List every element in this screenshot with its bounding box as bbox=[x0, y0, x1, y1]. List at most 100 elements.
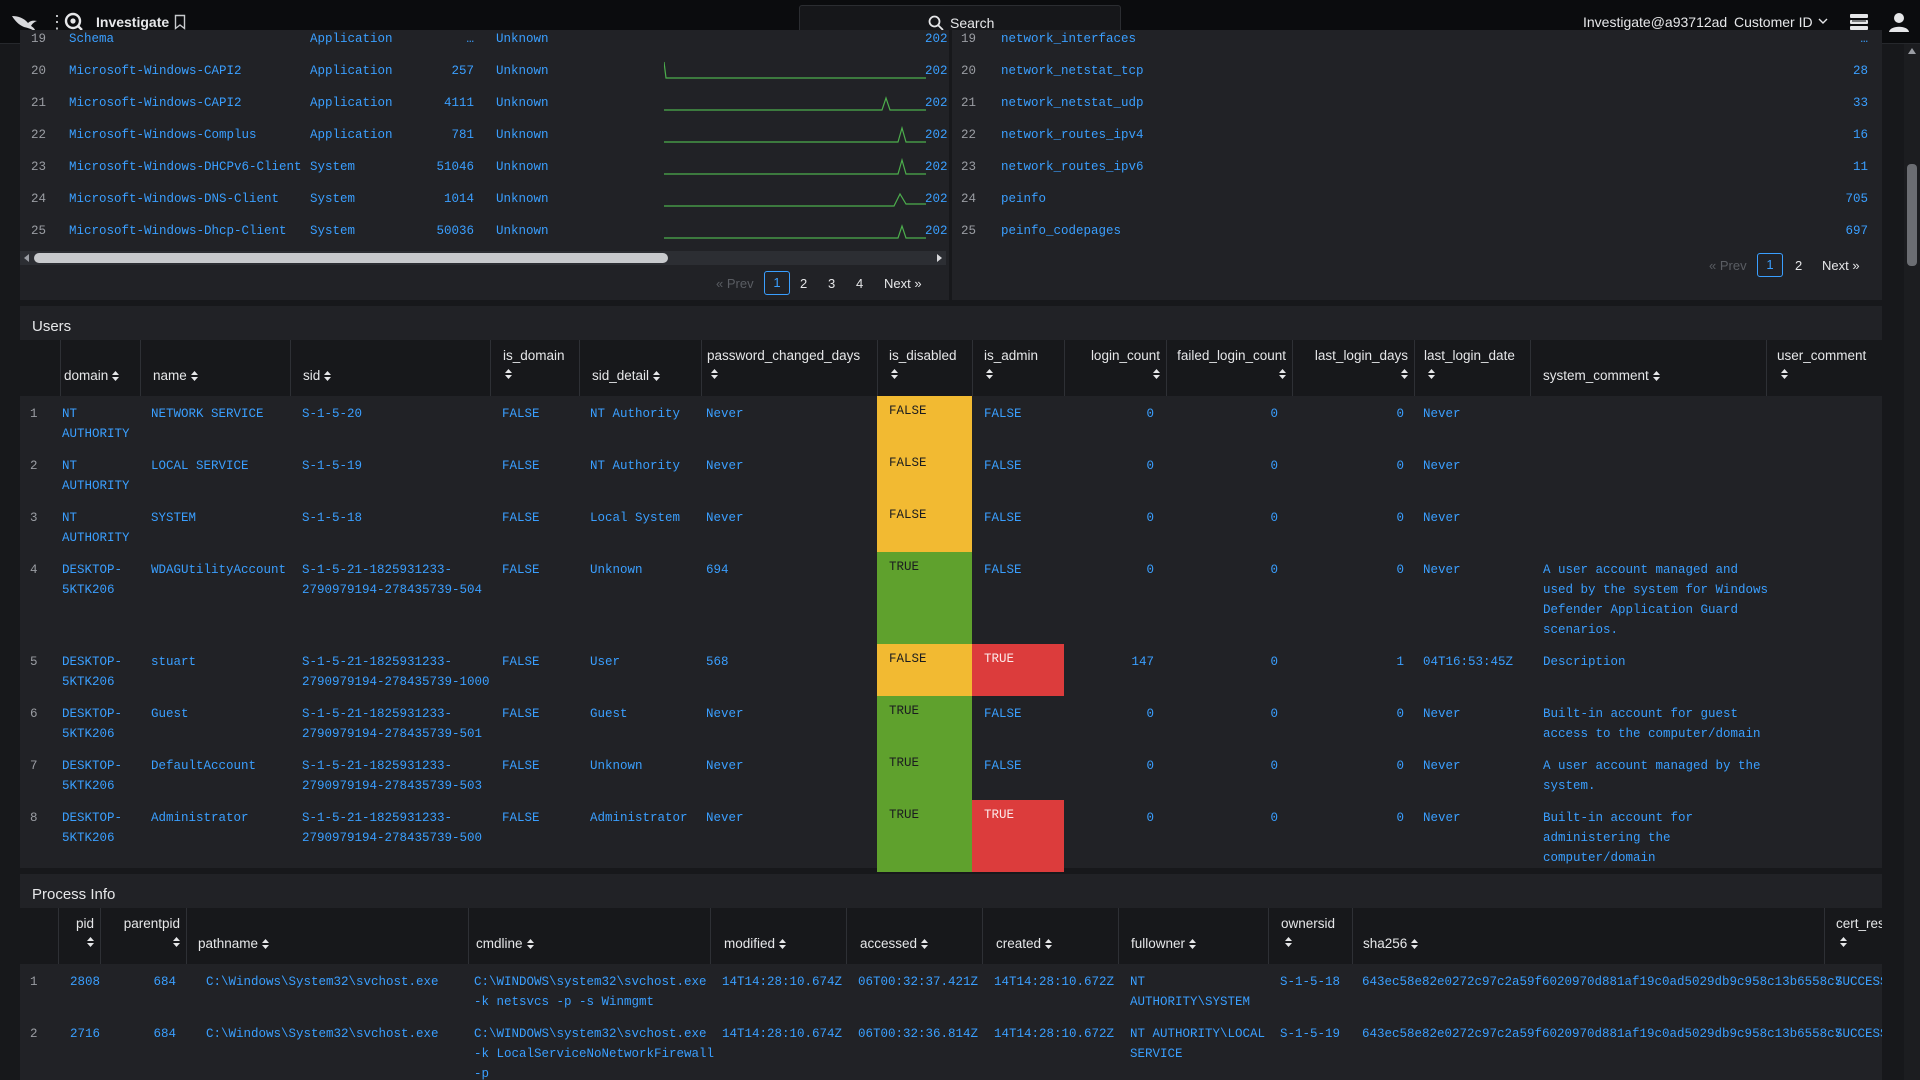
column-header-name[interactable]: name bbox=[153, 368, 198, 383]
table-name[interactable]: network_routes_ipv6 bbox=[1001, 160, 1144, 174]
sort-icon[interactable] bbox=[1428, 369, 1435, 380]
sort-icon[interactable] bbox=[173, 937, 180, 948]
sort-icon[interactable] bbox=[1840, 937, 1847, 948]
sort-icon[interactable] bbox=[1652, 371, 1660, 382]
pager-prev[interactable]: « Prev bbox=[1709, 258, 1747, 273]
sort-icon[interactable] bbox=[986, 369, 993, 380]
column-header-last-login-days[interactable]: last_login_days bbox=[1294, 348, 1408, 380]
investigate-icon[interactable] bbox=[64, 12, 84, 32]
pager-next[interactable]: Next » bbox=[884, 276, 922, 291]
table-row[interactable]: 21 Microsoft-Windows-CAPI2 Application 4… bbox=[20, 86, 950, 118]
pager-prev[interactable]: « Prev bbox=[716, 276, 754, 291]
table-row[interactable]: 22 Microsoft-Windows-Complus Application… bbox=[20, 118, 950, 150]
column-header-password-changed-days[interactable]: password_changed_days bbox=[707, 348, 860, 380]
table-row[interactable]: 6 DESKTOP- 5KTK206 Guest S-1-5-21-182593… bbox=[20, 696, 1882, 748]
table-row[interactable]: 22 network_routes_ipv4 16 bbox=[952, 118, 1882, 150]
sort-icon[interactable] bbox=[262, 939, 270, 950]
table-row[interactable]: 3 NT AUTHORITY SYSTEM S-1-5-18 FALSE Loc… bbox=[20, 500, 1882, 552]
column-header-is-admin[interactable]: is_admin bbox=[984, 348, 1038, 380]
sort-icon[interactable] bbox=[921, 939, 929, 950]
column-header-login-count[interactable]: login_count bbox=[1066, 348, 1160, 380]
column-header-cert-res[interactable]: cert_res bbox=[1836, 916, 1882, 948]
table-row[interactable]: 4 DESKTOP- 5KTK206 WDAGUtilityAccount S-… bbox=[20, 552, 1882, 644]
pager-page-2[interactable]: 2 bbox=[1795, 258, 1802, 273]
scrollbar-thumb[interactable] bbox=[34, 253, 668, 263]
table-row[interactable]: 5 DESKTOP- 5KTK206 stuart S-1-5-21-18259… bbox=[20, 644, 1882, 696]
column-header-system-comment[interactable]: system_comment bbox=[1543, 368, 1660, 383]
table-row[interactable]: 7 DESKTOP- 5KTK206 DefaultAccount S-1-5-… bbox=[20, 748, 1882, 800]
column-header-cmdline[interactable]: cmdline bbox=[476, 936, 534, 951]
column-header-parentpid[interactable]: parentpid bbox=[102, 916, 180, 948]
sort-icon[interactable] bbox=[891, 369, 898, 380]
sort-icon[interactable] bbox=[112, 371, 120, 382]
sort-icon[interactable] bbox=[1401, 369, 1408, 380]
table-row[interactable]: 25 Microsoft-Windows-Dhcp-Client System … bbox=[20, 214, 950, 246]
column-header-domain[interactable]: domain bbox=[64, 368, 120, 383]
pager-page-4[interactable]: 4 bbox=[856, 276, 863, 291]
sort-icon[interactable] bbox=[1279, 369, 1286, 380]
bookmark-icon[interactable] bbox=[174, 14, 186, 30]
scrollbar-thumb[interactable] bbox=[1907, 164, 1917, 266]
table-row[interactable]: 19 network_interfaces … bbox=[952, 22, 1882, 54]
sort-icon[interactable] bbox=[1781, 369, 1788, 380]
source-name[interactable]: Microsoft-Windows-DHCPv6-Client bbox=[69, 160, 302, 174]
column-header-pid[interactable]: pid bbox=[60, 916, 94, 948]
column-header-last-login-date[interactable]: last_login_date bbox=[1424, 348, 1515, 380]
table-name[interactable]: network_routes_ipv4 bbox=[1001, 128, 1144, 142]
sort-icon[interactable] bbox=[87, 937, 94, 948]
sort-icon[interactable] bbox=[1189, 939, 1197, 950]
table-row[interactable]: 23 network_routes_ipv6 11 bbox=[952, 150, 1882, 182]
table-row[interactable]: 8 DESKTOP- 5KTK206 Administrator S-1-5-2… bbox=[20, 800, 1882, 872]
table-row[interactable]: 24 Microsoft-Windows-DNS-Client System 1… bbox=[20, 182, 950, 214]
column-header-is-disabled[interactable]: is_disabled bbox=[889, 348, 957, 380]
column-header-sid[interactable]: sid bbox=[303, 368, 332, 383]
pager-page-2[interactable]: 2 bbox=[800, 276, 807, 291]
pager-page-1[interactable]: 1 bbox=[764, 271, 790, 295]
sort-icon[interactable] bbox=[653, 371, 661, 382]
sort-icon[interactable] bbox=[1285, 937, 1292, 948]
column-header-fullowner[interactable]: fullowner bbox=[1131, 936, 1197, 951]
sort-icon[interactable] bbox=[505, 369, 512, 380]
scroll-right-icon[interactable] bbox=[935, 254, 943, 262]
column-header-modified[interactable]: modified bbox=[724, 936, 787, 951]
column-header-sid-detail[interactable]: sid_detail bbox=[592, 368, 661, 383]
column-header-sha256[interactable]: sha256 bbox=[1363, 936, 1419, 951]
table-name[interactable]: network_netstat_udp bbox=[1001, 96, 1144, 110]
column-header-pathname[interactable]: pathname bbox=[198, 936, 270, 951]
source-name[interactable]: Microsoft-Windows-Complus bbox=[69, 128, 257, 142]
table-row[interactable]: 21 network_netstat_udp 33 bbox=[952, 86, 1882, 118]
table-row[interactable]: 2 NT AUTHORITY LOCAL SERVICE S-1-5-19 FA… bbox=[20, 448, 1882, 500]
vertical-scrollbar[interactable] bbox=[1904, 44, 1920, 1080]
sort-icon[interactable] bbox=[526, 939, 534, 950]
table-row[interactable]: 25 peinfo_codepages 697 bbox=[952, 214, 1882, 246]
sort-icon[interactable] bbox=[190, 371, 198, 382]
table-name[interactable]: network_netstat_tcp bbox=[1001, 64, 1144, 78]
pager-page-1[interactable]: 1 bbox=[1757, 253, 1783, 277]
table-row[interactable]: 2 2716 684 C:\Windows\System32\svchost.e… bbox=[20, 1016, 1882, 1080]
column-header-created[interactable]: created bbox=[996, 936, 1053, 951]
horizontal-scrollbar[interactable] bbox=[20, 251, 946, 265]
scroll-left-icon[interactable] bbox=[23, 254, 31, 262]
sort-icon[interactable] bbox=[711, 369, 718, 380]
sort-icon[interactable] bbox=[1153, 369, 1160, 380]
column-header-accessed[interactable]: accessed bbox=[860, 936, 929, 951]
table-name[interactable]: peinfo bbox=[1001, 192, 1046, 206]
table-row[interactable]: 23 Microsoft-Windows-DHCPv6-Client Syste… bbox=[20, 150, 950, 182]
pager-page-3[interactable]: 3 bbox=[828, 276, 835, 291]
table-row[interactable]: 19 Schema Application … Unknown 202 bbox=[20, 30, 950, 54]
table-row[interactable]: 24 peinfo 705 bbox=[952, 182, 1882, 214]
source-name[interactable]: Microsoft-Windows-CAPI2 bbox=[69, 96, 242, 110]
sort-icon[interactable] bbox=[324, 371, 332, 382]
source-name[interactable]: Microsoft-Windows-CAPI2 bbox=[69, 64, 242, 78]
source-name[interactable]: Microsoft-Windows-DNS-Client bbox=[69, 192, 279, 206]
pager-next[interactable]: Next » bbox=[1822, 258, 1860, 273]
sort-icon[interactable] bbox=[1045, 939, 1053, 950]
sort-icon[interactable] bbox=[779, 939, 787, 950]
source-name[interactable]: Microsoft-Windows-Dhcp-Client bbox=[69, 224, 287, 238]
column-header-ownersid[interactable]: ownersid bbox=[1281, 916, 1335, 948]
table-row[interactable]: 1 2808 684 C:\Windows\System32\svchost.e… bbox=[20, 964, 1882, 1016]
sort-icon[interactable] bbox=[1411, 939, 1419, 950]
column-header-is-domain[interactable]: is_domain bbox=[503, 348, 565, 380]
column-header-user-comment[interactable]: user_comment bbox=[1777, 348, 1866, 380]
table-row[interactable]: 20 network_netstat_tcp 28 bbox=[952, 54, 1882, 86]
